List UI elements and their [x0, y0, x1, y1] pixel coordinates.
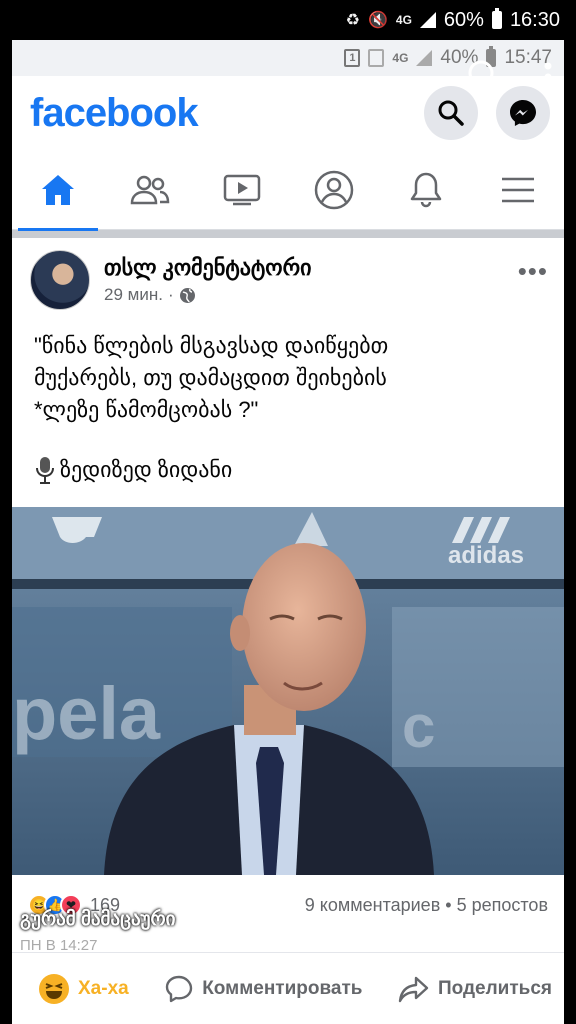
feed-separator	[12, 230, 564, 238]
svg-text:adidas: adidas	[448, 542, 524, 569]
haha-icon	[39, 973, 69, 1004]
photo-illustration: adidas pela c	[12, 507, 564, 875]
search-icon	[438, 100, 464, 126]
post-text: "წინა წლების მსგავსად დაიწყებთ მუქარებს,…	[34, 333, 389, 422]
share-icon	[398, 976, 429, 1002]
facebook-logo: facebook	[30, 90, 199, 135]
messenger-icon	[510, 100, 536, 126]
avatar[interactable]	[30, 250, 90, 310]
comment-button[interactable]: Комментировать	[164, 974, 362, 1004]
share-button[interactable]: Поделиться	[398, 975, 552, 1003]
nfc-icon	[368, 49, 385, 67]
svg-text:pela: pela	[12, 672, 161, 755]
tab-home[interactable]	[18, 150, 98, 231]
battery-icon	[491, 8, 502, 29]
post-time[interactable]: 29 мин.	[104, 285, 163, 305]
friends-icon	[130, 175, 170, 204]
facebook-screenshot: 1 4G 40% 15:47 facebook თსლ კომენტატორი …	[12, 40, 564, 1024]
post-author[interactable]: თსლ კომენტატორი	[104, 255, 518, 281]
outer-status-bar: ♻ 🔇 4G 60% 16:30	[0, 0, 576, 40]
commenter-name: გურამ მამაცაური	[20, 909, 176, 930]
haha-label: Ха-ха	[78, 977, 129, 999]
tab-friends[interactable]	[110, 150, 190, 230]
post-header: თსლ კომენტატორი 29 мин. · •••	[12, 238, 564, 310]
sim-icon: 1	[344, 49, 361, 67]
post-body: "წინა წლების მსგავსად დაიწყებთ მუქარებს,…	[12, 310, 564, 486]
signal-icon	[419, 12, 436, 28]
recycle-icon: ♻	[345, 12, 360, 29]
inner-signal-icon	[416, 50, 433, 66]
tab-watch[interactable]	[202, 150, 282, 230]
inner-network-type: 4G	[392, 51, 409, 65]
dot-separator: ·	[167, 285, 174, 304]
haha-button[interactable]: Ха-ха	[38, 973, 129, 1005]
watch-icon	[223, 174, 261, 205]
tab-notifications[interactable]	[386, 150, 466, 230]
comment-icon	[165, 975, 193, 1002]
commenter-caption: გურამ მამაცაური ПН В 14:27	[20, 908, 175, 954]
comment-share-counts: 9 комментариев • 5 репостов	[305, 895, 548, 916]
globe-icon	[179, 287, 195, 303]
post-signature: ზედიზედ ზიდანი	[34, 454, 546, 486]
comment-label: Комментировать	[202, 977, 363, 999]
post-photo[interactable]: adidas pela c	[12, 507, 564, 875]
bell-icon	[410, 172, 442, 207]
network-type: 4G	[395, 13, 412, 27]
battery-percent: 60%	[443, 8, 484, 31]
viewer-controls	[466, 58, 552, 101]
shares-count[interactable]: 5 репостов	[457, 895, 548, 915]
post-actions: Ха-ха Комментировать Поделиться	[12, 952, 564, 1024]
viewer-more-icon[interactable]	[544, 62, 552, 97]
comments-count[interactable]: 9 комментариев	[305, 895, 441, 915]
nav-tabs	[12, 150, 564, 231]
signature-text: ზედიზედ ზიდანი	[60, 457, 233, 482]
profile-icon	[314, 170, 354, 209]
tab-menu[interactable]	[478, 150, 558, 230]
microphone-icon	[36, 457, 54, 484]
home-icon	[42, 174, 74, 205]
mute-icon: 🔇	[367, 12, 388, 29]
post-options-icon[interactable]: •••	[518, 256, 548, 287]
svg-text:c: c	[402, 693, 435, 760]
zoom-search-icon[interactable]	[466, 58, 504, 101]
tab-profile[interactable]	[294, 150, 374, 230]
share-label: Поделиться	[437, 977, 552, 999]
post-meta: 29 мин. ·	[104, 285, 518, 305]
clock: 16:30	[509, 8, 560, 31]
counts-separator: •	[445, 894, 457, 915]
menu-icon	[502, 177, 534, 202]
